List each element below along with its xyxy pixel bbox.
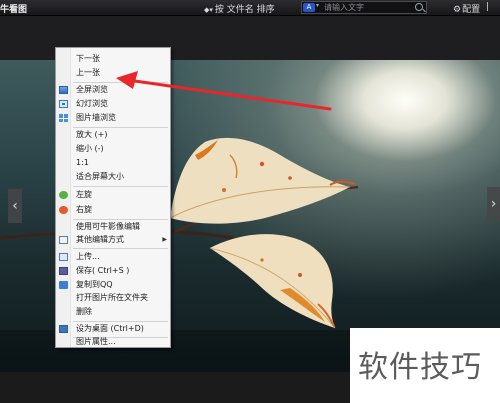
annotation-arrow — [116, 71, 332, 111]
